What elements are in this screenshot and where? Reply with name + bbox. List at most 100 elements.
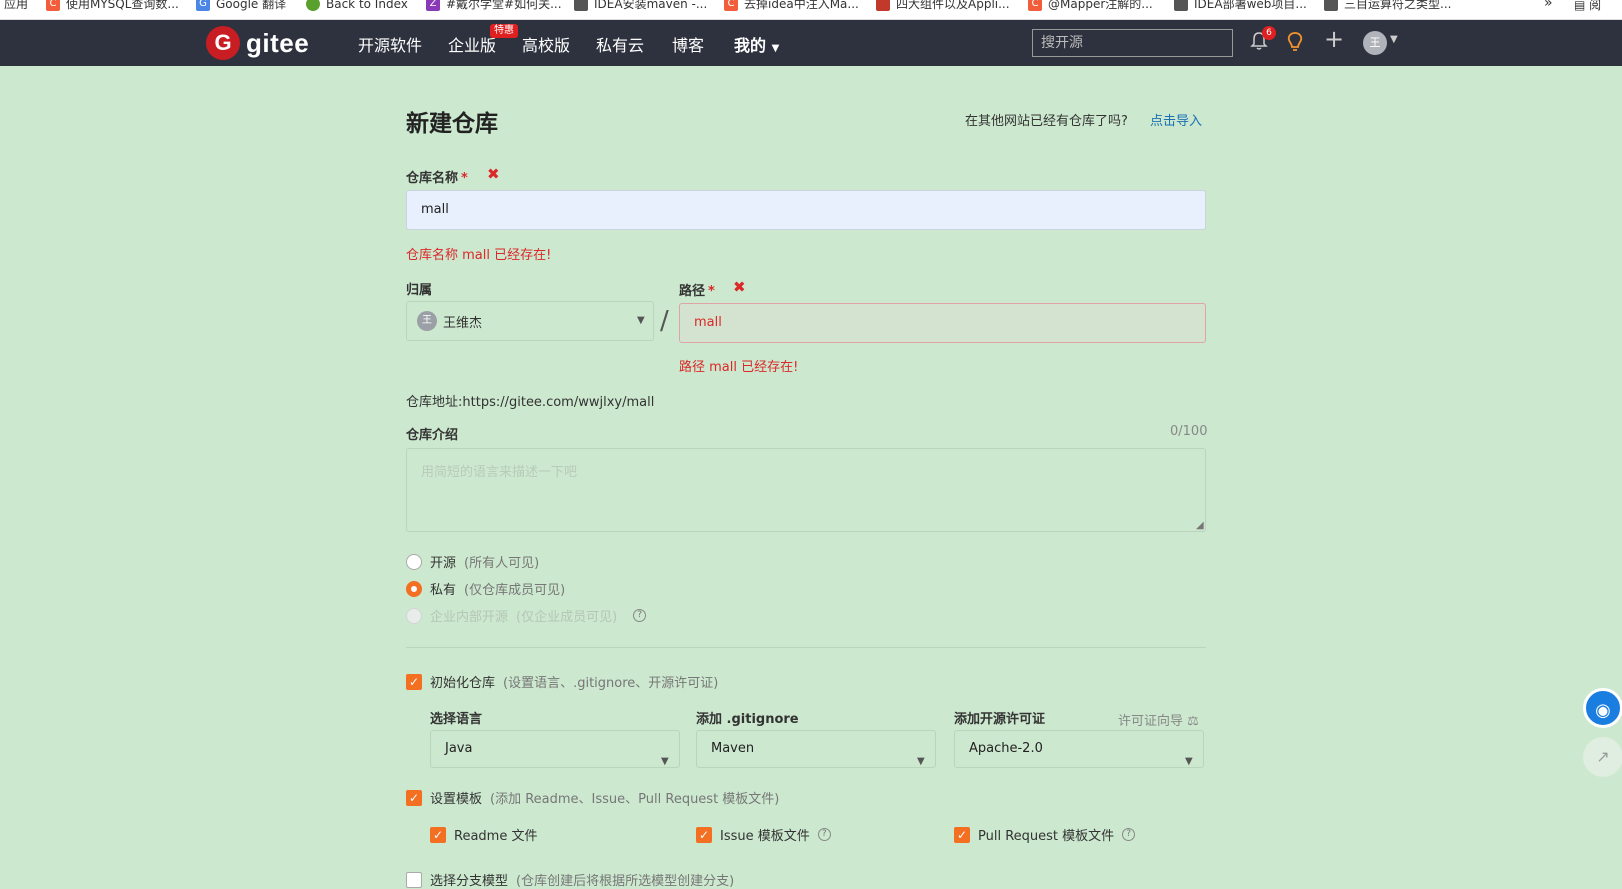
license-guide-link[interactable]: 许可证向导 ⚖ bbox=[1118, 710, 1199, 729]
template-label: 设置模板 bbox=[430, 792, 483, 807]
bookmark-label: IDEA部署web项目... bbox=[1194, 0, 1307, 11]
hot-badge: 特惠 bbox=[490, 24, 518, 38]
intro-textarea[interactable]: 用简短的语言来描述一下吧 bbox=[406, 448, 1206, 532]
owner-select[interactable]: 王 王维杰 ▼ bbox=[406, 301, 654, 341]
nav-mine[interactable]: 我的 ▼ bbox=[734, 32, 779, 56]
scale-icon: ⚖ bbox=[1187, 714, 1199, 729]
checkbox-checked-icon: ✓ bbox=[406, 673, 422, 690]
visibility-enterprise-radio: 企业内部开源 (仅企业成员可见) ? bbox=[406, 606, 647, 625]
bookmark-item[interactable]: Back to Index bbox=[306, 0, 408, 13]
license-value: Apache-2.0 bbox=[969, 741, 1043, 756]
issue-template-checkbox[interactable]: ✓ Issue 模板文件 ? bbox=[696, 825, 831, 844]
reading-list-label: 阅 bbox=[1589, 0, 1602, 12]
help-icon[interactable]: ? bbox=[633, 609, 647, 622]
license-guide-label: 许可证向导 bbox=[1118, 714, 1184, 729]
import-link[interactable]: 点击导入 bbox=[1150, 110, 1202, 129]
visibility-label: 开源 bbox=[430, 556, 457, 571]
nav-mine-label: 我的 bbox=[734, 36, 767, 55]
nav-search-input[interactable] bbox=[1032, 29, 1233, 57]
bookmark-label: Google 翻译 bbox=[216, 0, 287, 11]
nav-university[interactable]: 高校版 bbox=[522, 32, 570, 56]
license-select[interactable]: Apache-2.0 ▼ bbox=[954, 730, 1204, 768]
path-label: 路径 * bbox=[679, 280, 715, 299]
issue-template-label: Issue 模板文件 bbox=[720, 829, 810, 844]
readme-checkbox[interactable]: ✓ Readme 文件 bbox=[430, 825, 537, 844]
bookmark-item[interactable]: IDEA安装maven -... bbox=[574, 0, 707, 13]
csdn-icon: C bbox=[724, 0, 738, 11]
bookmarks-overflow-button[interactable]: » bbox=[1544, 0, 1553, 11]
resize-handle-icon[interactable]: ◢ bbox=[1196, 520, 1204, 531]
import-prompt: 在其他网站已经有仓库了吗? bbox=[965, 114, 1128, 129]
bookmarks-bar: 应用 C 使用MYSQL查询数... G Google 翻译 Back to I… bbox=[0, 0, 1622, 20]
visibility-label: 私有 bbox=[430, 583, 457, 598]
reading-list-icon: ▤ bbox=[1574, 0, 1586, 12]
bookmark-item[interactable]: C 使用MYSQL查询数... bbox=[46, 0, 179, 13]
init-repo-checkbox[interactable]: ✓ 初始化仓库 (设置语言、.gitignore、开源许可证) bbox=[406, 672, 718, 691]
bookmark-label: Back to Index bbox=[326, 0, 408, 11]
template-hint: (添加 Readme、Issue、Pull Request 模板文件) bbox=[490, 792, 780, 807]
gitee-logo-icon: G bbox=[206, 26, 240, 60]
top-nav: G gitee 开源软件 企业版 特惠 高校版 私有云 博客 我的 ▼ 6 + … bbox=[0, 20, 1622, 66]
bookmark-apps[interactable]: 应用 bbox=[4, 0, 28, 13]
path-input[interactable]: mall bbox=[679, 303, 1206, 343]
radio-icon bbox=[406, 553, 422, 570]
branch-model-checkbox[interactable]: 选择分支模型 (仓库创建后将根据所选模型创建分支) bbox=[406, 870, 734, 889]
share-button[interactable]: ↗ bbox=[1583, 737, 1622, 777]
chat-bubble-icon: ◉ bbox=[1595, 700, 1611, 721]
path-error: 路径 mall 已经存在! bbox=[679, 360, 799, 375]
bookmark-item[interactable]: C 去掉idea中注入Ma... bbox=[724, 0, 859, 13]
chevron-down-icon[interactable]: ▼ bbox=[1390, 34, 1398, 45]
csdn-icon: C bbox=[46, 0, 60, 11]
nav-open-source[interactable]: 开源软件 bbox=[358, 32, 422, 56]
cnblogs-icon bbox=[1324, 0, 1338, 11]
template-checkbox[interactable]: ✓ 设置模板 (添加 Readme、Issue、Pull Request 模板文… bbox=[406, 788, 779, 807]
init-repo-hint: (设置语言、.gitignore、开源许可证) bbox=[503, 676, 719, 691]
gitignore-select[interactable]: Maven ▼ bbox=[696, 730, 936, 768]
avatar: 王 bbox=[417, 311, 437, 331]
support-chat-button[interactable]: ◉ bbox=[1583, 688, 1622, 728]
error-x-icon: ✖ bbox=[487, 165, 500, 183]
gitee-logo[interactable]: G gitee bbox=[206, 26, 309, 60]
nav-enterprise[interactable]: 企业版 bbox=[448, 32, 496, 56]
pr-template-checkbox[interactable]: ✓ Pull Request 模板文件 ? bbox=[954, 825, 1136, 844]
bookmark-label: 使用MYSQL查询数... bbox=[66, 0, 179, 11]
nav-private-cloud[interactable]: 私有云 bbox=[596, 32, 644, 56]
nav-blog[interactable]: 博客 bbox=[672, 32, 704, 56]
visibility-hint: (仅企业成员可见) bbox=[516, 610, 618, 625]
repo-name-error: 仓库名称 mall 已经存在! bbox=[406, 248, 552, 263]
bookmark-item[interactable]: IDEA部署web项目... bbox=[1174, 0, 1307, 13]
language-select[interactable]: Java ▼ bbox=[430, 730, 680, 768]
help-icon[interactable]: ? bbox=[1122, 828, 1136, 841]
bookmark-item[interactable]: Z #戴尔学堂#如何关... bbox=[426, 0, 562, 13]
help-icon[interactable]: ? bbox=[817, 828, 831, 841]
visibility-private-radio[interactable]: 私有 (仅仓库成员可见) bbox=[406, 579, 565, 598]
reading-list-button[interactable]: ▤ 阅 bbox=[1574, 0, 1601, 13]
bookmark-label: 应用 bbox=[4, 0, 29, 11]
chevron-down-icon: ▼ bbox=[637, 315, 645, 326]
owner-value: 王维杰 bbox=[443, 315, 483, 331]
lightbulb-icon[interactable] bbox=[1286, 31, 1304, 57]
bookmark-label: #戴尔学堂#如何关... bbox=[446, 0, 562, 11]
visibility-public-radio[interactable]: 开源 (所有人可见) bbox=[406, 552, 539, 571]
owner-label: 归属 bbox=[406, 283, 433, 298]
leaf-icon bbox=[306, 0, 320, 11]
bookmark-label: 四大组件以及Appli... bbox=[896, 0, 1010, 11]
bookmark-item[interactable]: 三目运算符之类型... bbox=[1324, 0, 1451, 13]
bookmark-label: 去掉idea中注入Ma... bbox=[744, 0, 859, 11]
branch-model-label: 选择分支模型 bbox=[430, 874, 509, 889]
plus-icon[interactable]: + bbox=[1324, 27, 1344, 51]
visibility-label: 企业内部开源 bbox=[430, 610, 509, 625]
cnblogs-icon bbox=[574, 0, 588, 11]
radio-selected-icon bbox=[406, 580, 422, 597]
error-x-icon: ✖ bbox=[733, 278, 746, 296]
bookmark-item[interactable]: C @Mapper注解的... bbox=[1028, 0, 1153, 13]
bookmark-item[interactable]: G Google 翻译 bbox=[196, 0, 286, 13]
readme-label: Readme 文件 bbox=[454, 829, 538, 844]
repo-name-input[interactable]: mall bbox=[406, 190, 1206, 230]
bookmark-item[interactable]: 四大组件以及Appli... bbox=[876, 0, 1010, 13]
pr-template-label: Pull Request 模板文件 bbox=[978, 829, 1115, 844]
avatar[interactable]: 王 bbox=[1363, 31, 1387, 55]
chevron-down-icon: ▼ bbox=[1185, 756, 1193, 767]
license-label: 添加开源许可证 bbox=[954, 712, 1046, 727]
bookmark-label: @Mapper注解的... bbox=[1048, 0, 1153, 11]
